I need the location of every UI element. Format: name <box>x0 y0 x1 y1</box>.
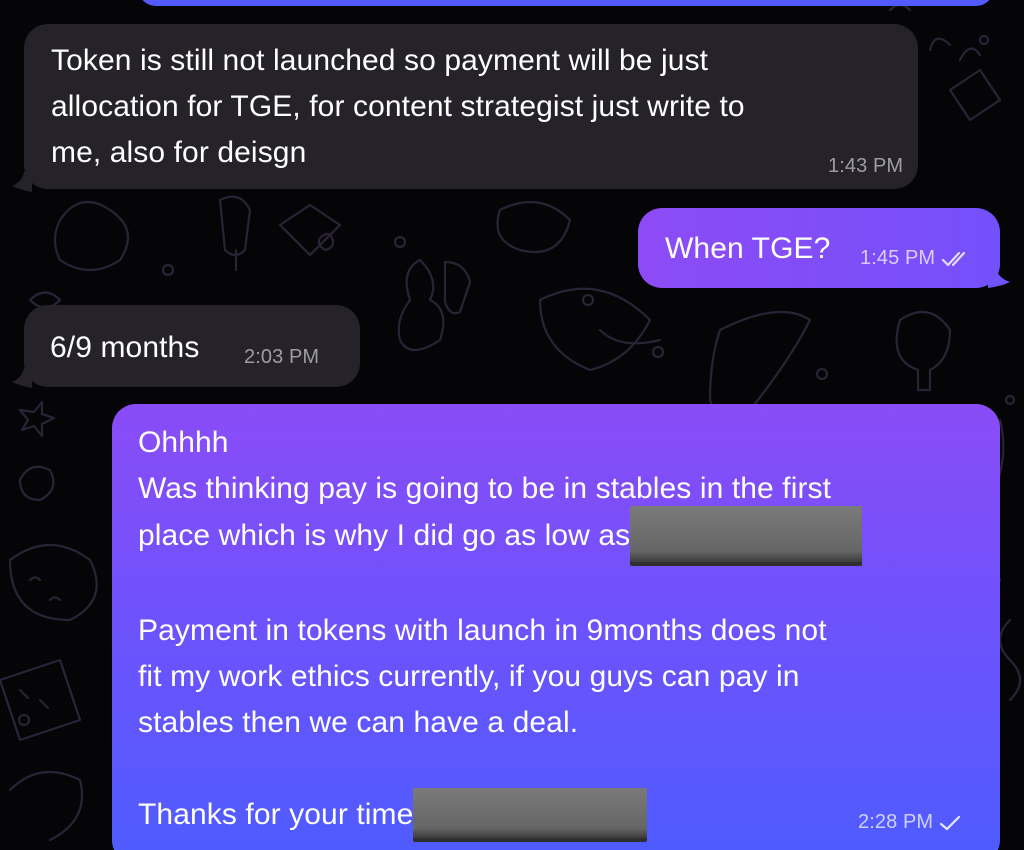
message-text: 6/9 months <box>50 331 200 364</box>
chat-view[interactable]: Token is still not launched so payment w… <box>0 0 1024 850</box>
message-text-line: Was thinking pay is going to be in stabl… <box>138 472 832 505</box>
redacted-name-box <box>413 788 648 839</box>
message-text-line: Token is still not launched so payment w… <box>51 44 709 77</box>
message-text-line: place which is why I did go as low as <box>138 506 1000 562</box>
incoming-message-bubble[interactable]: 6/9 months 2:03 PM <box>24 305 360 387</box>
message-text-line: fit my work ethics currently, if you guy… <box>138 660 800 693</box>
message-timestamp: 2:03 PM <box>244 346 320 368</box>
message-time-label: 2:28 PM <box>858 811 934 833</box>
message-text-line: allocation for TGE, for content strategi… <box>51 90 745 123</box>
outgoing-message-bubble[interactable]: When TGE? 1:45 PM <box>638 208 1000 288</box>
double-check-read-icon <box>942 251 966 266</box>
message-text-line: Payment in tokens with launch in 9months… <box>138 614 827 647</box>
message-timestamp: 2:28 PM <box>858 810 961 834</box>
message-text: When TGE? <box>665 232 831 265</box>
message-text-line: stables then we can have a deal. <box>138 706 579 739</box>
message-text-line: me, also for deisgn <box>51 136 307 169</box>
single-check-sent-icon <box>940 815 961 830</box>
outgoing-bubble-partial <box>138 0 994 6</box>
outgoing-message-bubble[interactable]: Ohhhh Was thinking pay is going to be in… <box>112 404 1000 850</box>
message-timestamp: 1:45 PM <box>860 246 971 270</box>
incoming-message-bubble[interactable]: Token is still not launched so payment w… <box>24 24 918 189</box>
message-text-line: Ohhhh <box>138 426 229 459</box>
message-time-label: 1:45 PM <box>860 247 936 269</box>
message-text-fragment: Thanks for your time <box>138 798 414 831</box>
message-timestamp: 1:43 PM <box>828 155 904 177</box>
redacted-amount-box <box>630 506 863 562</box>
message-text-fragment: place which is why I did go as low as <box>138 518 631 552</box>
